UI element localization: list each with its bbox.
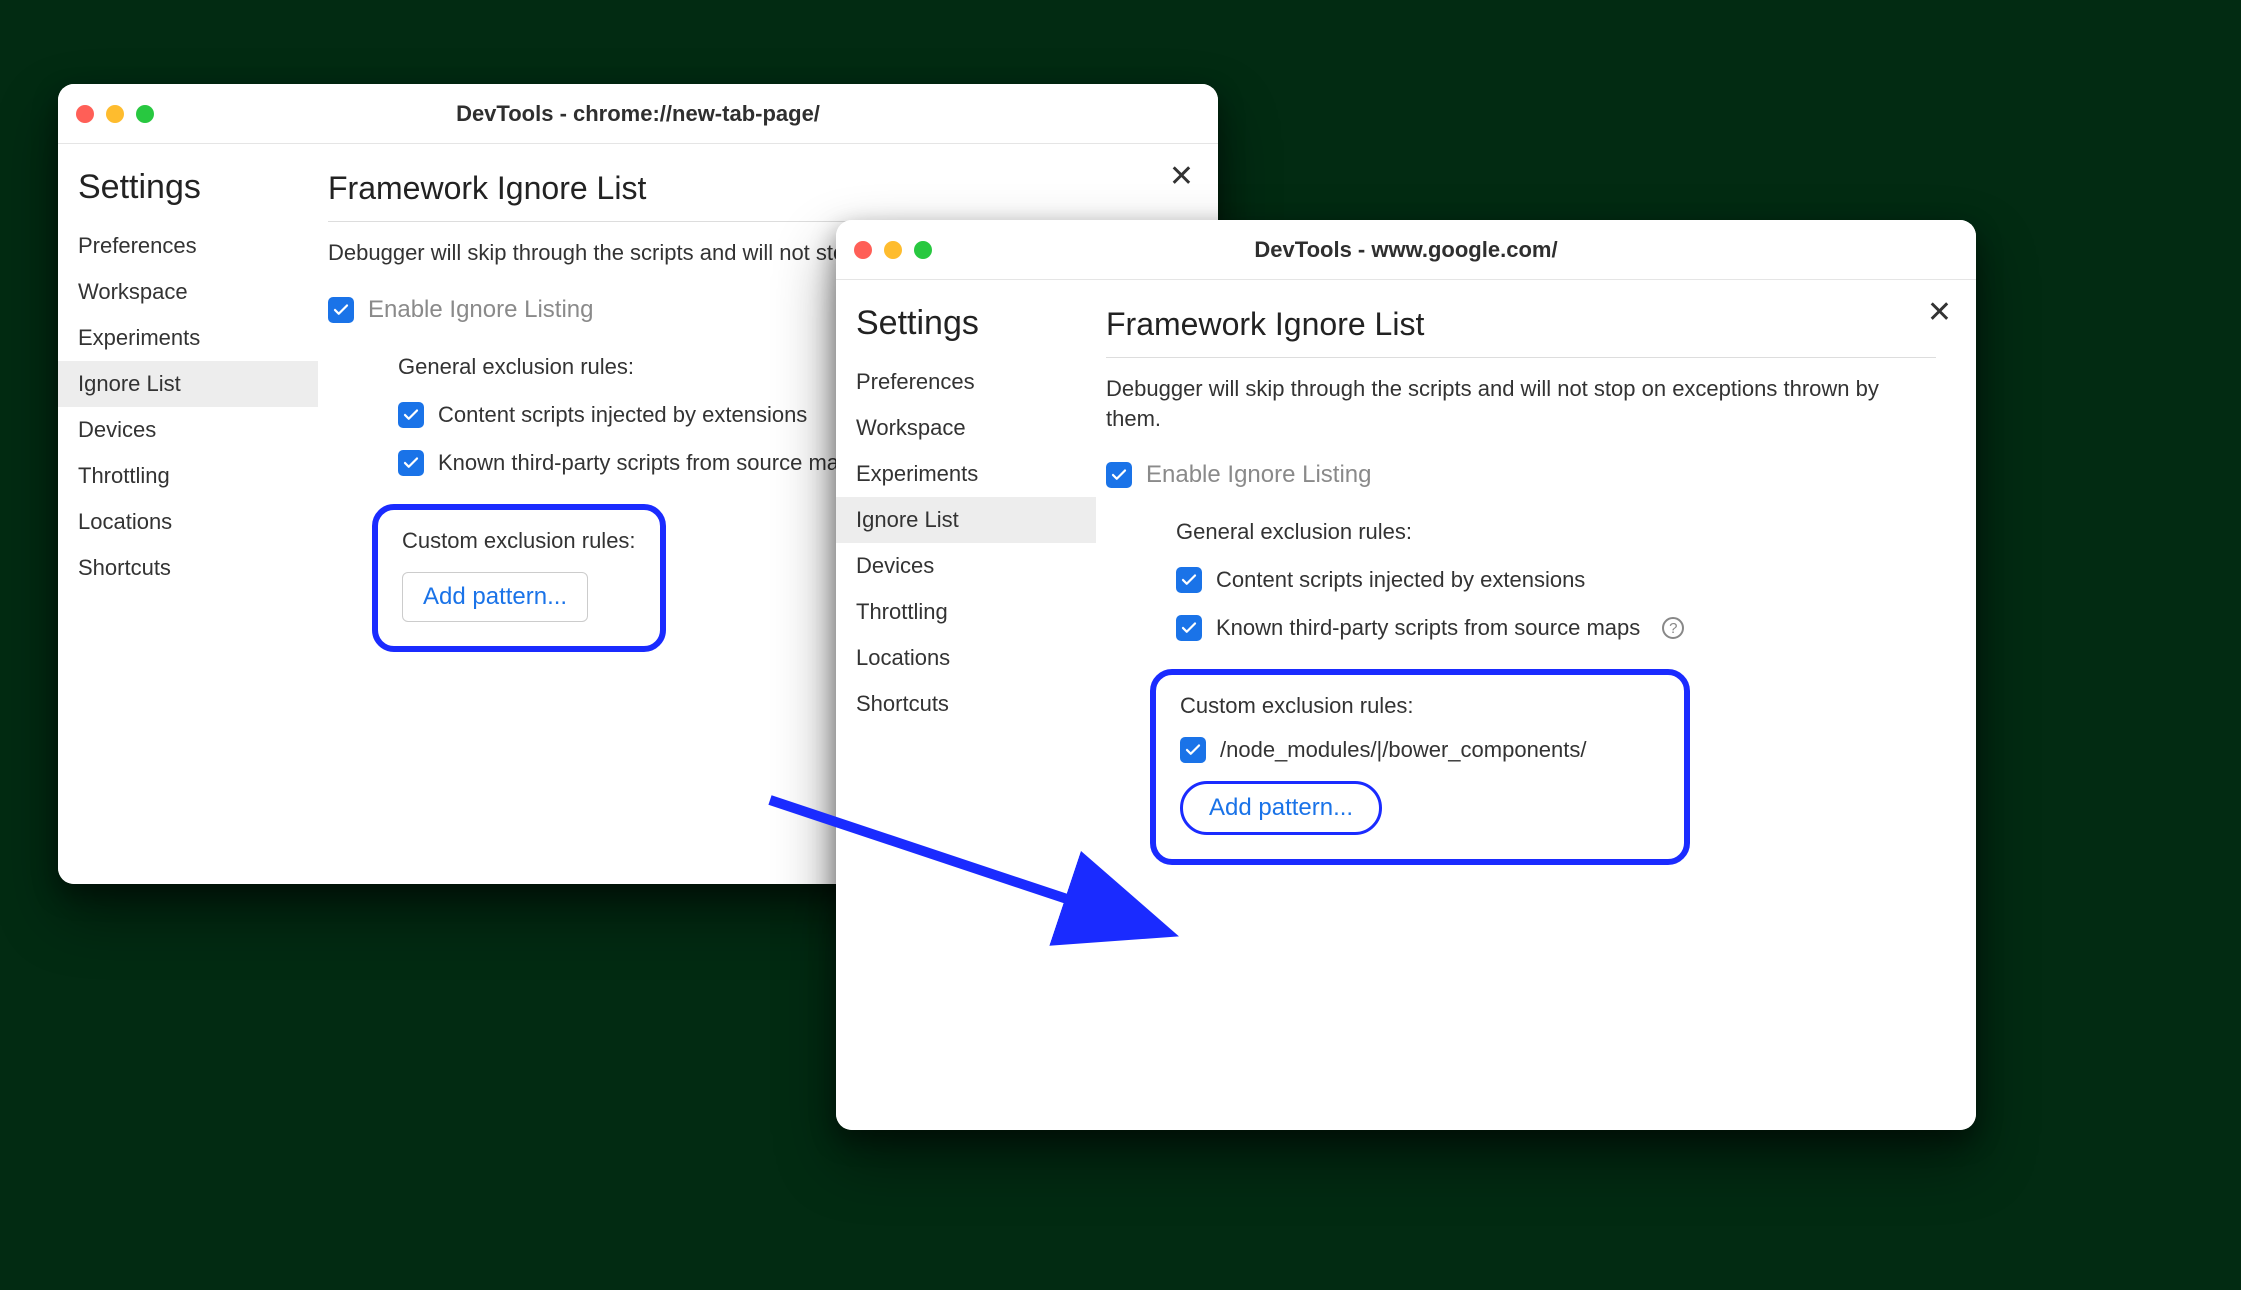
settings-main: Framework Ignore List Debugger will skip… <box>1096 280 1976 1130</box>
traffic-lights <box>854 241 932 259</box>
sidebar-item-locations[interactable]: Locations <box>836 635 1096 681</box>
minimize-window-icon[interactable] <box>106 105 124 123</box>
maximize-window-icon[interactable] <box>914 241 932 259</box>
minimize-window-icon[interactable] <box>884 241 902 259</box>
checkbox-checked-icon[interactable] <box>1180 737 1206 763</box>
close-window-icon[interactable] <box>854 241 872 259</box>
general-exclusion-heading: General exclusion rules: <box>1176 519 1936 545</box>
sidebar-item-experiments[interactable]: Experiments <box>836 451 1096 497</box>
add-pattern-button[interactable]: Add pattern... <box>1180 781 1382 835</box>
sidebar-item-shortcuts[interactable]: Shortcuts <box>836 681 1096 727</box>
window-title: DevTools - www.google.com/ <box>836 237 1976 263</box>
rule-third-party-scripts-label: Known third-party scripts from source ma… <box>438 450 862 476</box>
checkbox-checked-icon[interactable] <box>1176 567 1202 593</box>
window-title: DevTools - chrome://new-tab-page/ <box>58 101 1218 127</box>
sidebar-item-throttling[interactable]: Throttling <box>836 589 1096 635</box>
settings-sidebar: Settings Preferences Workspace Experimen… <box>58 144 318 884</box>
checkbox-checked-icon[interactable] <box>328 297 354 323</box>
custom-pattern-row[interactable]: /node_modules/|/bower_components/ <box>1180 737 1660 763</box>
checkbox-checked-icon[interactable] <box>398 402 424 428</box>
rule-third-party-scripts-label: Known third-party scripts from source ma… <box>1216 615 1640 641</box>
settings-heading: Settings <box>58 168 318 223</box>
rule-content-scripts-label: Content scripts injected by extensions <box>1216 567 1585 593</box>
traffic-lights <box>76 105 154 123</box>
sidebar-item-ignore-list[interactable]: Ignore List <box>58 361 318 407</box>
devtools-window-2: DevTools - www.google.com/ ✕ Settings Pr… <box>836 220 1976 1130</box>
help-icon[interactable]: ? <box>1662 617 1684 639</box>
custom-exclusion-heading: Custom exclusion rules: <box>402 528 636 554</box>
sidebar-item-devices[interactable]: Devices <box>836 543 1096 589</box>
sidebar-item-locations[interactable]: Locations <box>58 499 318 545</box>
close-window-icon[interactable] <box>76 105 94 123</box>
custom-pattern-text: /node_modules/|/bower_components/ <box>1220 737 1587 763</box>
close-settings-button[interactable]: ✕ <box>1927 298 1952 328</box>
close-settings-button[interactable]: ✕ <box>1169 162 1194 192</box>
rule-content-scripts-label: Content scripts injected by extensions <box>438 402 807 428</box>
checkbox-checked-icon[interactable] <box>1106 462 1132 488</box>
panel-heading: Framework Ignore List <box>328 170 1178 222</box>
sidebar-item-workspace[interactable]: Workspace <box>836 405 1096 451</box>
settings-heading: Settings <box>836 304 1096 359</box>
add-pattern-button[interactable]: Add pattern... <box>402 572 588 622</box>
titlebar: DevTools - chrome://new-tab-page/ <box>58 84 1218 144</box>
panel-description: Debugger will skip through the scripts a… <box>1106 374 1936 433</box>
panel-heading: Framework Ignore List <box>1106 306 1936 358</box>
custom-exclusion-highlight: Custom exclusion rules: Add pattern... <box>372 504 666 652</box>
custom-exclusion-heading: Custom exclusion rules: <box>1180 693 1660 719</box>
enable-ignore-listing-row[interactable]: Enable Ignore Listing <box>1106 461 1936 489</box>
sidebar-item-devices[interactable]: Devices <box>58 407 318 453</box>
sidebar-item-experiments[interactable]: Experiments <box>58 315 318 361</box>
sidebar-item-throttling[interactable]: Throttling <box>58 453 318 499</box>
settings-sidebar: Settings Preferences Workspace Experimen… <box>836 280 1096 1130</box>
sidebar-item-ignore-list[interactable]: Ignore List <box>836 497 1096 543</box>
rule-content-scripts[interactable]: Content scripts injected by extensions <box>1176 567 1936 593</box>
rule-third-party-scripts[interactable]: Known third-party scripts from source ma… <box>1176 615 1936 641</box>
titlebar: DevTools - www.google.com/ <box>836 220 1976 280</box>
checkbox-checked-icon[interactable] <box>1176 615 1202 641</box>
sidebar-item-shortcuts[interactable]: Shortcuts <box>58 545 318 591</box>
enable-ignore-listing-label: Enable Ignore Listing <box>1146 461 1372 489</box>
sidebar-item-preferences[interactable]: Preferences <box>58 223 318 269</box>
maximize-window-icon[interactable] <box>136 105 154 123</box>
sidebar-item-workspace[interactable]: Workspace <box>58 269 318 315</box>
custom-exclusion-highlight: Custom exclusion rules: /node_modules/|/… <box>1150 669 1690 865</box>
enable-ignore-listing-label: Enable Ignore Listing <box>368 296 594 324</box>
sidebar-item-preferences[interactable]: Preferences <box>836 359 1096 405</box>
checkbox-checked-icon[interactable] <box>398 450 424 476</box>
